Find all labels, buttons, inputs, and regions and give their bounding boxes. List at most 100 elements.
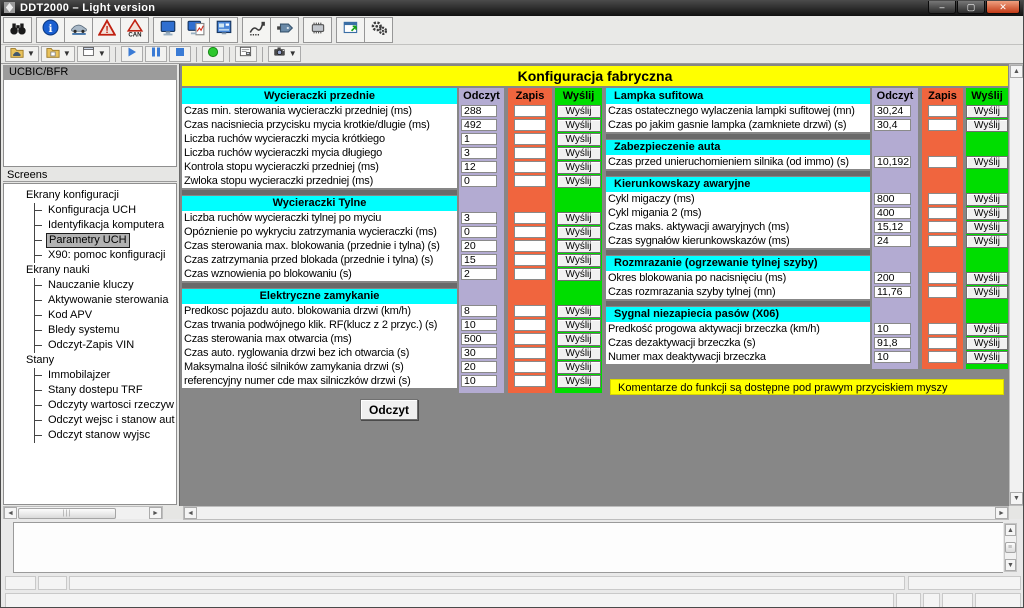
odczyt-value-field[interactable]: 10: [874, 351, 911, 363]
chevron-down-icon[interactable]: ▼: [98, 50, 106, 58]
odczyt-value-field[interactable]: 20: [461, 361, 497, 373]
odczyt-value-field[interactable]: 2: [461, 268, 497, 280]
zapis-input-field[interactable]: [514, 333, 546, 345]
tree-item[interactable]: Konfiguracja UCH: [35, 203, 176, 218]
send-button[interactable]: Wyślij: [966, 119, 1008, 132]
tree-item[interactable]: Odczyt wejsc i stanow aut: [35, 413, 176, 428]
zapis-input-field[interactable]: [514, 175, 546, 187]
zapis-input-field[interactable]: [514, 268, 546, 280]
send-button[interactable]: Wyślij: [557, 133, 601, 146]
odczyt-value-field[interactable]: 91,8: [874, 337, 911, 349]
zapis-input-field[interactable]: [928, 351, 957, 363]
send-button[interactable]: Wyślij: [557, 347, 601, 360]
chevron-down-icon[interactable]: ▼: [289, 50, 297, 58]
zapis-input-field[interactable]: [928, 221, 957, 233]
tree-item[interactable]: Aktywowanie sterowania: [35, 293, 176, 308]
send-button[interactable]: Wyślij: [966, 105, 1008, 118]
send-button[interactable]: Wyślij: [966, 207, 1008, 220]
monitor-button[interactable]: [153, 17, 182, 43]
odczyt-value-field[interactable]: 3: [461, 212, 497, 224]
open-vehicle-button[interactable]: ▼: [5, 46, 39, 62]
tree-item[interactable]: X90: pomoc konfiguracji: [35, 248, 176, 263]
tree-group-1[interactable]: Ekrany nauki: [4, 263, 176, 278]
tree-item[interactable]: Stany dostepu TRF: [35, 383, 176, 398]
zapis-input-field[interactable]: [514, 119, 546, 131]
gears-button[interactable]: [364, 17, 393, 43]
zapis-input-field[interactable]: [514, 161, 546, 173]
zapis-input-field[interactable]: [928, 323, 957, 335]
main-hscrollbar[interactable]: ◄ ►: [183, 506, 1009, 520]
chip-button[interactable]: [303, 17, 332, 43]
zapis-input-field[interactable]: [514, 147, 546, 159]
odczyt-value-field[interactable]: 30,24: [874, 105, 911, 117]
zapis-input-field[interactable]: [514, 212, 546, 224]
send-button[interactable]: Wyślij: [557, 212, 601, 225]
tree-item[interactable]: Odczyt stanow wyjsc: [35, 428, 176, 443]
binoculars-button[interactable]: [3, 17, 32, 43]
vehicle-button[interactable]: [64, 17, 93, 43]
odczyt-value-field[interactable]: 0: [461, 175, 497, 187]
new-window-button[interactable]: ▼: [77, 46, 110, 62]
odczyt-value-field[interactable]: 492: [461, 119, 497, 131]
odczyt-value-field[interactable]: 15,12: [874, 221, 911, 233]
zapis-input-field[interactable]: [928, 272, 957, 284]
tree-item[interactable]: Odczyty wartosci rzeczyw: [35, 398, 176, 413]
connector-button[interactable]: [270, 17, 299, 43]
send-button[interactable]: Wyślij: [557, 268, 601, 281]
camera-button[interactable]: ▼: [268, 46, 301, 62]
dialog-button[interactable]: [235, 46, 257, 62]
send-button[interactable]: Wyślij: [557, 305, 601, 318]
zapis-input-field[interactable]: [514, 361, 546, 373]
send-button[interactable]: Wyślij: [966, 235, 1008, 248]
record-indicator-button[interactable]: [202, 46, 224, 62]
odczyt-value-field[interactable]: 1: [461, 133, 497, 145]
odczyt-value-field[interactable]: 11,76: [874, 286, 911, 298]
zapis-input-field[interactable]: [928, 156, 957, 168]
odczyt-value-field[interactable]: 30: [461, 347, 497, 359]
send-button[interactable]: Wyślij: [966, 221, 1008, 234]
scroll-left-icon[interactable]: ◄: [4, 507, 17, 519]
log-area[interactable]: [13, 522, 1003, 573]
scroll-left-icon[interactable]: ◄: [184, 507, 197, 519]
zapis-input-field[interactable]: [928, 105, 957, 117]
zapis-input-field[interactable]: [514, 375, 546, 387]
odczyt-value-field[interactable]: 12: [461, 161, 497, 173]
send-button[interactable]: Wyślij: [966, 323, 1008, 336]
scroll-up-icon[interactable]: ▲: [1005, 524, 1016, 536]
zapis-input-field[interactable]: [514, 105, 546, 117]
send-button[interactable]: Wyślij: [966, 272, 1008, 285]
odczyt-value-field[interactable]: 10: [461, 375, 497, 387]
send-button[interactable]: Wyślij: [557, 375, 601, 388]
zapis-input-field[interactable]: [514, 347, 546, 359]
zapis-input-field[interactable]: [928, 119, 957, 131]
zapis-input-field[interactable]: [514, 240, 546, 252]
send-button[interactable]: Wyślij: [966, 156, 1008, 169]
odczyt-value-field[interactable]: 10,192: [874, 156, 911, 168]
read-all-button[interactable]: Odczyt: [360, 399, 418, 420]
tree-group-0[interactable]: Ekrany konfiguracji: [4, 188, 176, 203]
zapis-input-field[interactable]: [928, 193, 957, 205]
pause-button[interactable]: [145, 46, 167, 62]
odczyt-value-field[interactable]: 24: [874, 235, 911, 247]
close-button[interactable]: ✕: [986, 1, 1020, 14]
odczyt-value-field[interactable]: 10: [461, 319, 497, 331]
scroll-right-icon[interactable]: ►: [995, 507, 1008, 519]
odczyt-value-field[interactable]: 10: [874, 323, 911, 335]
warning-button[interactable]: !: [92, 17, 121, 43]
scroll-down-icon[interactable]: ▼: [1010, 492, 1023, 505]
send-button[interactable]: Wyślij: [557, 175, 601, 188]
send-button[interactable]: Wyślij: [557, 119, 601, 132]
odczyt-value-field[interactable]: 0: [461, 226, 497, 238]
stop-button[interactable]: [169, 46, 191, 62]
chevron-down-icon[interactable]: ▼: [27, 50, 35, 58]
chevron-down-icon[interactable]: ▼: [63, 50, 71, 58]
send-button[interactable]: Wyślij: [557, 226, 601, 239]
send-button[interactable]: Wyślij: [966, 193, 1008, 206]
play-button[interactable]: [121, 46, 143, 62]
tree-group-2[interactable]: Stany: [4, 353, 176, 368]
scroll-thumb[interactable]: |||: [18, 508, 116, 519]
zapis-input-field[interactable]: [928, 286, 957, 298]
odczyt-value-field[interactable]: 200: [874, 272, 911, 284]
zapis-input-field[interactable]: [514, 226, 546, 238]
odczyt-value-field[interactable]: 3: [461, 147, 497, 159]
